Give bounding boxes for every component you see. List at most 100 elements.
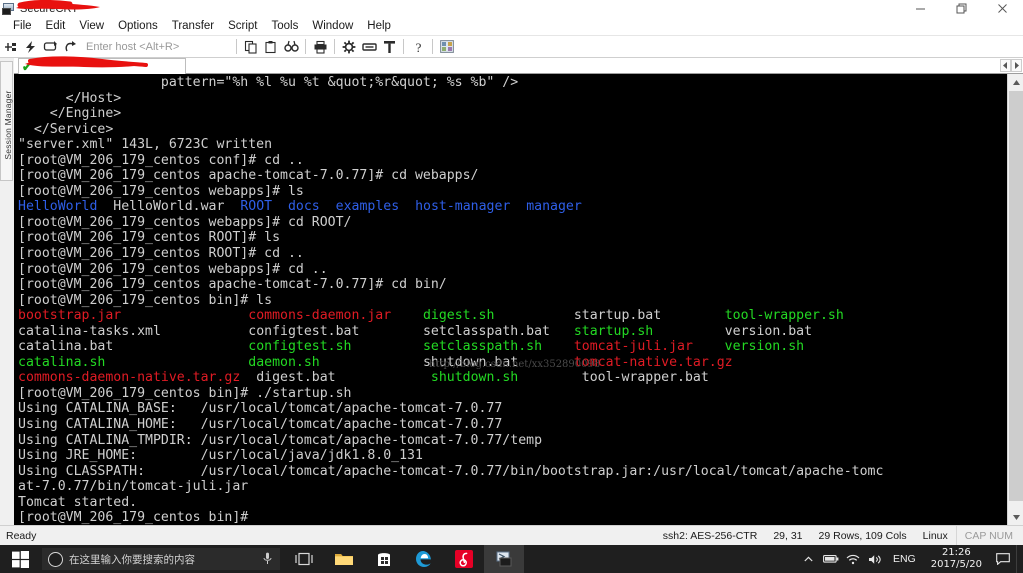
terminal-line: Using CATALINA_BASE: /usr/local/tomcat/a… [18, 401, 1007, 417]
tab-scroll-right-button[interactable] [1011, 59, 1022, 72]
wifi-icon[interactable] [842, 545, 864, 573]
battery-icon[interactable] [820, 545, 842, 573]
show-desktop-button[interactable] [1016, 545, 1023, 573]
terminal-line: [root@VM_206_179_centos webapps]# cd .. [18, 262, 1007, 278]
terminal-text: catalina-tasks.xml [18, 323, 161, 339]
quick-connect-icon[interactable] [21, 38, 39, 56]
close-button[interactable] [982, 0, 1023, 17]
menu-file[interactable]: File [6, 19, 39, 33]
search-input[interactable]: 在这里输入你要搜索的内容 [69, 552, 195, 567]
terminal-line: [root@VM_206_179_centos ROOT]# ls [18, 230, 1007, 246]
terminal-text: tool-wrapper.sh [724, 308, 844, 324]
terminal-text: catalina.bat [18, 339, 114, 355]
securecrt-icon[interactable] [484, 545, 524, 573]
terminal-text: daemon.sh [248, 354, 320, 370]
securecrt-window: SecureCRT File Edit View Options Transfe… [0, 0, 1023, 573]
windows-taskbar: 在这里输入你要搜索的内容 ENG 21:26 2017/5/20 [0, 545, 1023, 573]
action-center-icon[interactable] [990, 545, 1016, 573]
toolbar-separator-5 [432, 39, 433, 54]
menu-tools[interactable]: Tools [265, 19, 306, 33]
task-view-icon[interactable] [284, 545, 324, 573]
connect-icon[interactable] [1, 38, 19, 56]
connect-in-tab-icon[interactable] [41, 38, 59, 56]
terminal-text: [root@VM_206_179_centos conf]# cd .. [18, 152, 304, 168]
terminal-text: commons-daemon-native.tar.gz [18, 370, 241, 386]
menu-window[interactable]: Window [305, 19, 360, 33]
reconnect-icon[interactable] [61, 38, 79, 56]
session-tab-active[interactable]: ✔ [18, 58, 186, 74]
menu-script[interactable]: Script [221, 19, 264, 33]
host-input[interactable]: Enter host <Alt+R> [86, 41, 232, 53]
terminal-line: Using CATALINA_TMPDIR: /usr/local/tomcat… [18, 433, 1007, 449]
terminal-text: [root@VM_206_179_centos webapps]# ls [18, 183, 304, 199]
terminal-text: HelloWorld.war [97, 199, 241, 215]
find-icon[interactable] [282, 38, 300, 56]
keymap-editor-icon[interactable] [360, 38, 378, 56]
terminal-text: docs [287, 199, 320, 215]
start-button[interactable] [0, 545, 40, 573]
session-options-gear-icon[interactable] [340, 38, 358, 56]
tile-icon[interactable] [438, 38, 456, 56]
microsoft-store-icon[interactable] [364, 545, 404, 573]
terminal-line: Using CLASSPATH: /usr/local/tomcat/apach… [18, 464, 1007, 480]
terminal-text: tomcat-juli.jar [573, 339, 693, 355]
restore-button[interactable] [941, 0, 982, 17]
menu-view[interactable]: View [72, 19, 111, 33]
window-controls [900, 0, 1023, 17]
input-language-indicator[interactable]: ENG [886, 553, 923, 565]
terminal-text: tomcat-native.tar.gz [573, 354, 733, 370]
tray-expand-chevron-icon[interactable] [798, 545, 820, 573]
print-icon[interactable] [311, 38, 329, 56]
scrollbar-thumb[interactable] [1009, 91, 1023, 501]
scrollbar-down-button[interactable] [1008, 509, 1023, 525]
terminal-line: catalina-tasks.xml configtest.bat setcla… [18, 324, 1007, 340]
search-box[interactable]: 在这里输入你要搜索的内容 [42, 548, 280, 570]
paste-icon[interactable] [262, 38, 280, 56]
menu-help[interactable]: Help [360, 19, 398, 33]
toolbar-separator-4 [403, 39, 404, 54]
terminal-line: Tomcat started. [18, 495, 1007, 511]
tab-scroll-left-button[interactable] [1000, 59, 1011, 72]
terminal-output[interactable]: pattern="%h %l %u %t &quot;%r&quot; %s %… [14, 74, 1007, 525]
session-manager-tab[interactable]: Session Manager [0, 61, 13, 181]
cortana-icon[interactable] [48, 551, 63, 567]
clock[interactable]: 21:26 2017/5/20 [923, 547, 990, 571]
terminal-line: pattern="%h %l %u %t &quot;%r&quot; %s %… [18, 75, 1007, 91]
terminal-text: commons-daemon.jar [248, 308, 392, 324]
filter-icon[interactable] [380, 38, 398, 56]
toolbar-separator-3 [334, 39, 335, 54]
menu-options[interactable]: Options [111, 19, 165, 33]
scrollbar-up-button[interactable] [1008, 74, 1023, 90]
terminal-scrollbar[interactable] [1007, 74, 1023, 525]
session-manager-rail[interactable]: Session Manager [0, 58, 15, 525]
terminal-text: Using CLASSPATH: /usr/local/tomcat/apach… [18, 463, 884, 479]
minimize-button[interactable] [900, 0, 941, 17]
help-icon[interactable]: ? [409, 38, 427, 56]
terminal-text: catalina.sh [18, 354, 106, 370]
netease-music-icon[interactable] [444, 545, 484, 573]
volume-icon[interactable] [864, 545, 886, 573]
copy-icon[interactable] [242, 38, 260, 56]
terminal-line: commons-daemon-native.tar.gz digest.bat … [18, 370, 1007, 386]
menu-bar: File Edit View Options Transfer Script T… [0, 17, 1023, 36]
terminal-text: setclasspath.bat [422, 323, 550, 339]
terminal-line: Using CATALINA_HOME: /usr/local/tomcat/a… [18, 417, 1007, 433]
tab-connected-check-icon: ✔ [22, 59, 33, 74]
terminal-line: [root@VM_206_179_centos webapps]# cd ROO… [18, 215, 1007, 231]
terminal-line: [root@VM_206_179_centos conf]# cd .. [18, 153, 1007, 169]
terminal-text: digest.bat [256, 370, 336, 386]
menu-transfer[interactable]: Transfer [165, 19, 221, 33]
status-bar: Ready ssh2: AES-256-CTR 29, 31 29 Rows, … [0, 525, 1023, 546]
file-explorer-icon[interactable] [324, 545, 364, 573]
menu-edit[interactable]: Edit [39, 19, 73, 33]
microphone-icon[interactable] [263, 552, 272, 570]
edge-browser-icon[interactable] [404, 545, 444, 573]
title-bar: SecureCRT [0, 0, 1023, 17]
